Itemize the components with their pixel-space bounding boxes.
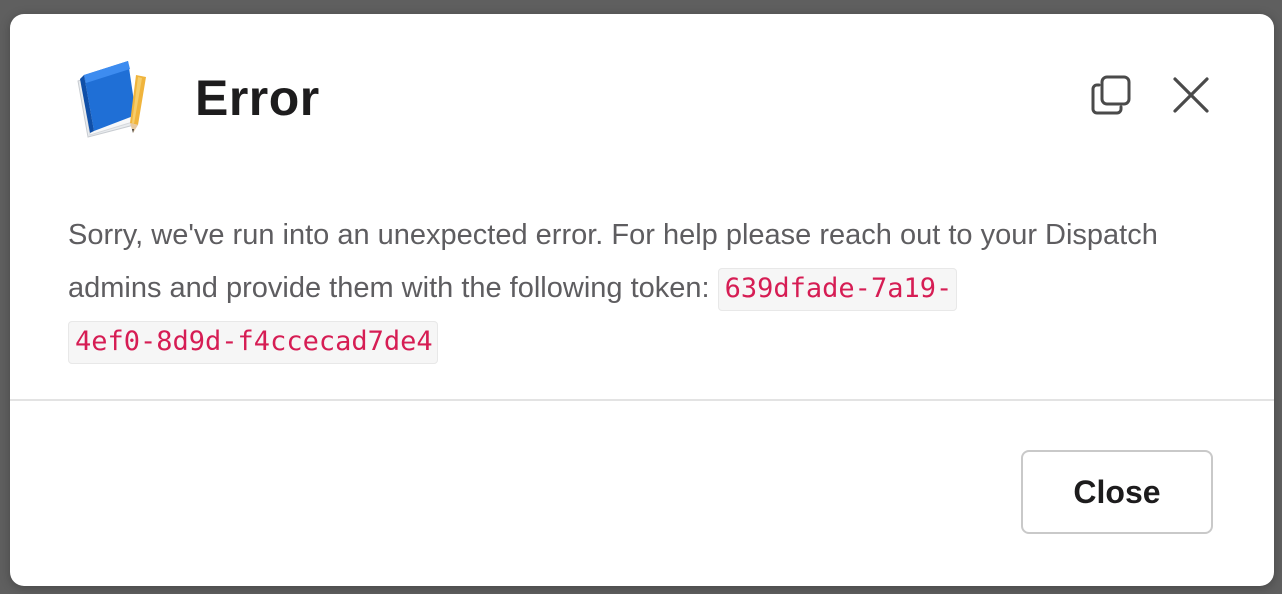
dialog-header: Error — [10, 14, 1274, 179]
dismiss-button[interactable] — [1167, 73, 1215, 121]
error-message: Sorry, we've run into an unexpected erro… — [68, 209, 1188, 368]
notebook-pencil-icon — [72, 59, 152, 139]
dialog-title: Error — [195, 70, 320, 126]
copy-button[interactable] — [1087, 73, 1135, 121]
error-message-text: Sorry, we've run into an unexpected erro… — [68, 219, 1158, 304]
footer-divider — [10, 399, 1274, 401]
error-token-part2: 4ef0-8d9d-f4ccecad7de4 — [68, 321, 438, 364]
error-token-part1: 639dfade-7a19- — [717, 268, 958, 311]
error-dialog: Error Sorry, we've run into an unexpecte… — [10, 14, 1274, 586]
close-button[interactable]: Close — [1021, 450, 1213, 534]
copy-icon — [1090, 74, 1132, 121]
close-icon — [1171, 75, 1211, 120]
